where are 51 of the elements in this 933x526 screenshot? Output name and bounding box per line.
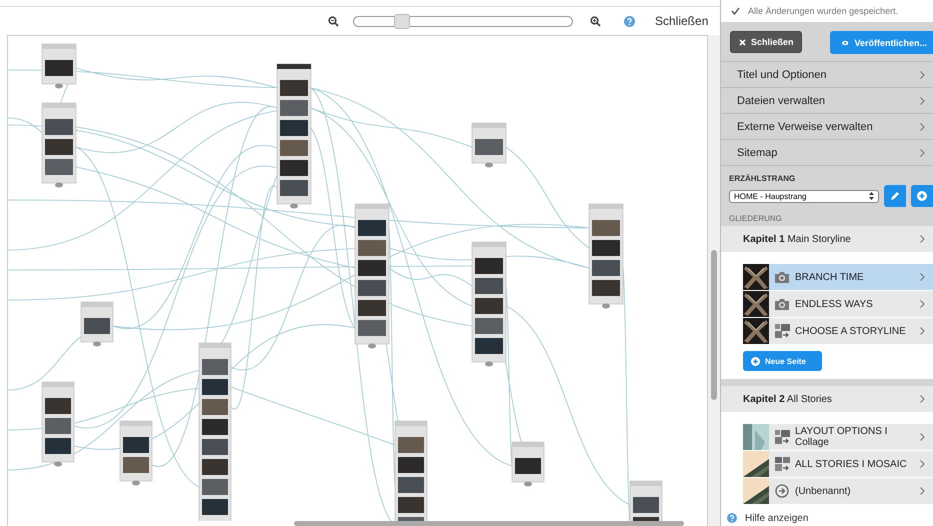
chapter-header[interactable]: Kapitel 1 Main Storyline — [721, 226, 933, 252]
chevron-icon — [920, 235, 925, 243]
close-button[interactable]: Schließen — [730, 31, 802, 53]
close-link[interactable]: Schließen — [655, 14, 708, 28]
outline-label: GLIEDERUNG — [728, 213, 783, 225]
horizontal-scrollbar[interactable] — [294, 521, 684, 526]
chevron-icon — [920, 273, 925, 281]
chevron-icon — [920, 487, 925, 495]
plus-circle-icon — [917, 191, 928, 201]
checkmark-icon — [731, 7, 740, 15]
chevron-icon — [920, 395, 925, 403]
select-arrows-icon — [869, 192, 874, 200]
vertical-scrollbar[interactable] — [711, 250, 717, 400]
chevron-icon — [920, 327, 925, 335]
help-icon — [727, 513, 737, 523]
zoom-slider-thumb[interactable] — [394, 14, 410, 28]
page-item[interactable]: CHOOSE A STORYLINE — [743, 318, 933, 344]
page-item[interactable]: ALL STORIES I MOSAIC — [743, 451, 933, 477]
chapter-header[interactable]: Kapitel 2 All Stories — [721, 386, 933, 412]
help-button[interactable] — [621, 13, 637, 29]
chapter-title: Kapitel 1 Main Storyline — [743, 234, 851, 244]
chevron-icon — [920, 433, 925, 441]
chapter-title: Kapitel 2 All Stories — [743, 394, 832, 404]
close-icon — [739, 38, 746, 46]
arrow-circle-icon — [775, 484, 789, 498]
chevron-icon — [920, 96, 925, 104]
chevron-icon — [920, 70, 925, 78]
layout-icon — [774, 430, 790, 444]
add-button[interactable] — [911, 185, 933, 207]
save-status: Alle Änderungen wurden gespeichert. — [748, 6, 898, 16]
mosaic-icon — [774, 457, 790, 471]
camera-icon — [775, 272, 789, 282]
chevron-icon — [920, 300, 925, 308]
page-item[interactable]: ENDLESS WAYS — [743, 291, 933, 317]
zoom-slider[interactable] — [353, 16, 573, 26]
chevron-icon — [920, 122, 925, 130]
chevron-icon — [920, 460, 925, 468]
eye-icon — [842, 38, 848, 46]
zoom-out-icon — [328, 16, 338, 26]
camera-icon — [775, 298, 789, 310]
edit-button[interactable] — [884, 185, 906, 207]
chevron-icon — [920, 148, 925, 156]
help-icon — [624, 16, 634, 26]
page-item[interactable]: LAYOUT OPTIONS I Collage — [743, 424, 933, 450]
plus-circle-icon — [751, 356, 760, 366]
zoom-in-icon — [590, 16, 600, 26]
pencil-icon — [890, 191, 900, 201]
page-item[interactable]: (Unbenannt) — [743, 478, 933, 504]
storyline-select[interactable]: HOME - Haupstrang — [729, 190, 880, 202]
layout-icon — [774, 324, 790, 338]
page-item[interactable]: BRANCH TIME — [743, 264, 933, 290]
